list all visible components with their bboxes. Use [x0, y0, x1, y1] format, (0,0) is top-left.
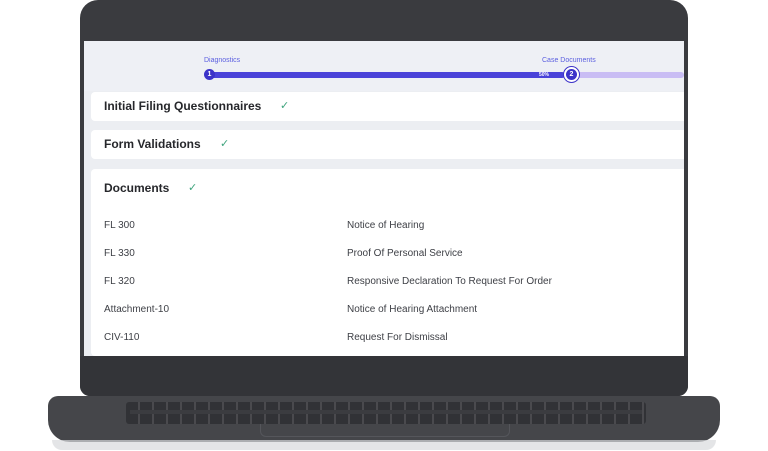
document-name: Notice of Hearing [347, 220, 425, 231]
step-label-case-documents: Case Documents [542, 57, 596, 64]
document-code: Attachment-10 [104, 304, 170, 315]
document-row[interactable]: CIV-110 Request For Dismissal [104, 332, 684, 352]
check-icon: ✓ [188, 182, 198, 194]
document-name: Notice of Hearing Attachment [347, 304, 478, 315]
progress-stepper: Diagnostics Case Documents 50% 1 2 [84, 41, 684, 91]
laptop-bezel-bottom [80, 356, 688, 396]
laptop-shadow [52, 440, 716, 450]
progress-percent: 50% [539, 72, 550, 78]
document-name: Proof Of Personal Service [347, 248, 463, 259]
document-code: FL 330 [104, 248, 135, 259]
step-2-dot[interactable]: 2 [566, 69, 577, 80]
laptop-keyboard-row [130, 410, 642, 414]
section-form-validations[interactable]: Form Validations ✓ [91, 130, 684, 159]
section-documents[interactable]: Documents ✓ FL 300 Notice of Hearing FL … [91, 169, 684, 356]
section-title: Initial Filing Questionnaires [104, 99, 262, 113]
step-label-diagnostics: Diagnostics [204, 57, 241, 64]
document-code: FL 300 [104, 220, 135, 231]
check-icon: ✓ [280, 100, 290, 112]
check-icon: ✓ [220, 138, 230, 150]
document-row[interactable]: Attachment-10 Notice of Hearing Attachme… [104, 304, 684, 324]
app-screen: Diagnostics Case Documents 50% 1 2 Initi… [84, 41, 684, 356]
progress-fill [209, 72, 565, 78]
section-initial-filing[interactable]: Initial Filing Questionnaires ✓ [91, 92, 684, 121]
document-code: FL 320 [104, 276, 135, 287]
section-title: Documents [104, 181, 170, 195]
section-title: Form Validations [104, 137, 201, 151]
step-1-dot[interactable]: 1 [204, 69, 215, 80]
document-code: CIV-110 [104, 332, 140, 343]
document-name: Responsive Declaration To Request For Or… [347, 276, 552, 287]
document-name: Request For Dismissal [347, 332, 448, 343]
document-row[interactable]: FL 300 Notice of Hearing [104, 220, 684, 240]
document-row[interactable]: FL 330 Proof Of Personal Service [104, 248, 684, 268]
laptop-trackpad [260, 424, 510, 437]
document-row[interactable]: FL 320 Responsive Declaration To Request… [104, 276, 684, 296]
